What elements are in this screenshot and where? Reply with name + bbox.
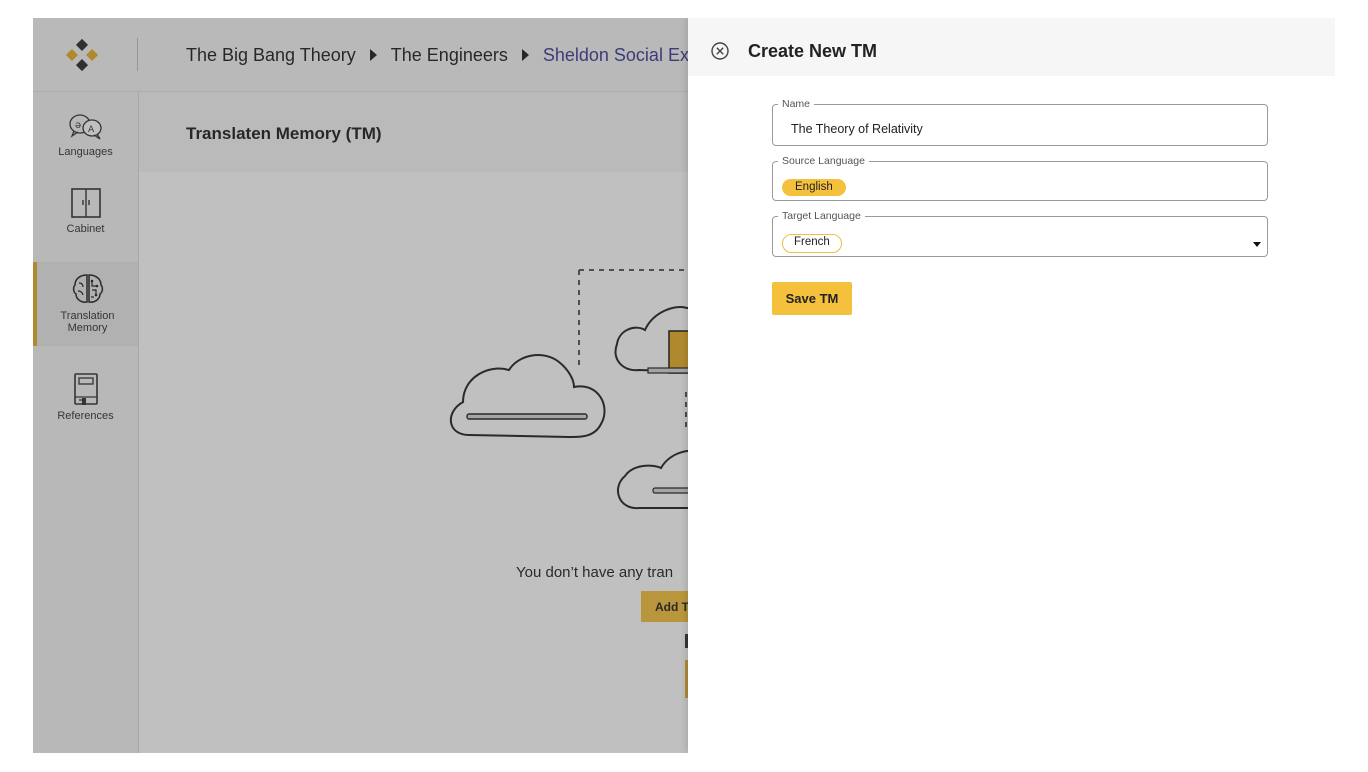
- drawer-title: Create New TM: [748, 41, 878, 61]
- name-field-label: Name: [782, 98, 811, 110]
- drawer-header: Create New TM: [688, 18, 1335, 76]
- create-tm-drawer: Create New TM Name The Theory of Relativ…: [688, 18, 1335, 753]
- target-language-select[interactable]: Target Language French: [772, 211, 1268, 257]
- save-tm-button[interactable]: Save TM: [772, 282, 852, 315]
- target-language-label: Target Language: [782, 210, 861, 222]
- app-window: The Big Bang Theory The Engineers Sheldo…: [33, 18, 1335, 753]
- name-field[interactable]: Name The Theory of Relativity: [772, 99, 1268, 146]
- close-icon[interactable]: [710, 41, 730, 61]
- source-language-label: Source Language: [782, 155, 865, 167]
- target-language-chip[interactable]: French: [782, 234, 842, 253]
- name-field-value[interactable]: The Theory of Relativity: [791, 122, 923, 136]
- source-language-chip[interactable]: English: [782, 179, 846, 196]
- dropdown-arrow-icon[interactable]: [1253, 242, 1261, 247]
- modal-backdrop[interactable]: [33, 18, 688, 753]
- source-language-field[interactable]: Source Language English: [772, 156, 1268, 201]
